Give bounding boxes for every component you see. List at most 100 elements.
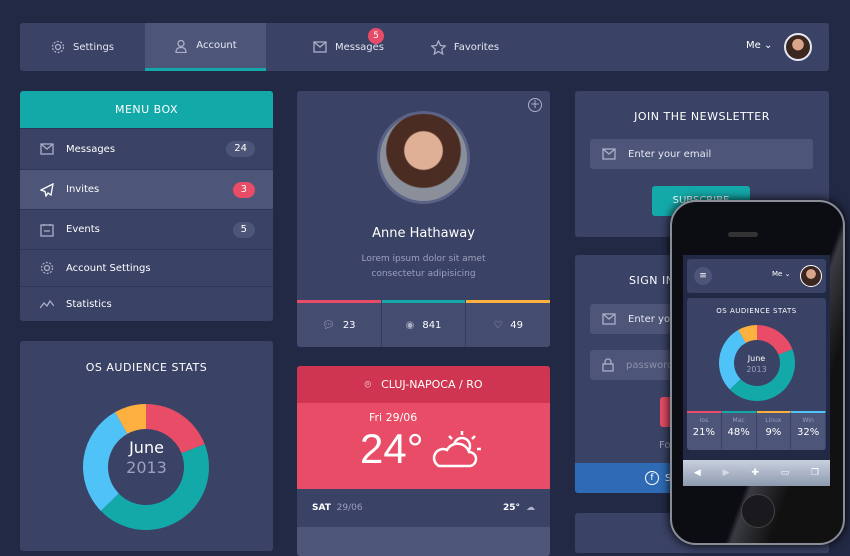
add-icon[interactable]: + <box>528 98 542 112</box>
bookmarks-icon[interactable]: ▭ <box>781 468 790 478</box>
back-icon[interactable]: ◀ <box>694 468 701 478</box>
legend-value: 48% <box>727 427 750 438</box>
add-icon[interactable]: ✚ <box>751 468 759 478</box>
profile-card: + Anne Hathaway Lorem ipsum dolor sit am… <box>297 91 550 347</box>
tab-label: Account <box>196 40 237 51</box>
tab-label: Favorites <box>453 41 500 53</box>
phone-screen: ≡ Me ⌄ OS AUDIENCE STATS June 2013 ios 21… <box>683 255 830 486</box>
weather-location: ⌾ CLUJ-NAPOCA / RO <box>297 366 550 403</box>
forgot-link[interactable]: Fo <box>659 440 671 451</box>
likes-stat[interactable]: ♡ 49 <box>466 303 550 347</box>
comments-stat[interactable]: 💬︎ 23 <box>297 303 382 347</box>
user-icon <box>175 39 187 53</box>
phone-donut-chart <box>719 325 795 401</box>
count-badge: 3 <box>232 181 255 198</box>
envelope-icon <box>602 313 616 325</box>
top-nav: Settings Account Messages 5 Favorites Me… <box>20 23 829 71</box>
profile-name: Anne Hathaway <box>372 226 475 241</box>
envelope-icon <box>40 143 54 155</box>
stats-title: OS AUDIENCE STATS <box>716 307 797 315</box>
phone-header: ≡ Me ⌄ <box>687 259 826 293</box>
avatar[interactable] <box>784 33 812 61</box>
legend-item-linux: Linux 9% <box>756 411 792 450</box>
menu-item-invites[interactable]: Invites 3 <box>20 169 273 209</box>
menu-item-events[interactable]: Events 5 <box>20 209 273 249</box>
weather-card: ⌾ CLUJ-NAPOCA / RO Fri 29/06 24° SAT 29/0… <box>297 366 550 556</box>
phone-stats-legend: ios 21% Mac 48% Linux 9% Win 32% <box>687 411 826 450</box>
tab-favorites[interactable]: Favorites <box>420 23 510 71</box>
partly-cloudy-icon: ☁︎ <box>526 503 535 513</box>
menu-label: Account Settings <box>66 262 151 274</box>
legend-item-mac: Mac 48% <box>721 411 757 450</box>
legend-label: Mac <box>732 417 745 424</box>
os-stats-panel: OS AUDIENCE STATS June 2013 <box>20 341 273 551</box>
phone-stats-panel: OS AUDIENCE STATS June 2013 ios 21% Mac 48%… <box>687 298 826 450</box>
messages-badge: 5 <box>368 28 384 44</box>
newsletter-title: JOIN THE NEWSLETTER <box>634 110 770 123</box>
menu-label: Events <box>66 224 100 235</box>
weather-temp: 24° <box>360 425 424 472</box>
tab-messages[interactable]: Messages <box>286 23 411 71</box>
weather-date: Fri 29/06 <box>369 411 418 424</box>
menu-box: MENU BOX Messages 24 Invites 3 Events 5 Acc… <box>20 91 273 321</box>
profile-bio: Lorem ipsum dolor sit amet consectetur a… <box>361 254 486 279</box>
weather-today: Fri 29/06 24° <box>297 403 550 489</box>
menu-title: MENU BOX <box>20 91 273 128</box>
menu-label: Statistics <box>66 298 112 310</box>
legend-label: ios <box>699 417 709 424</box>
stats-month: June <box>747 354 766 363</box>
phone-mockup: ≡ Me ⌄ OS AUDIENCE STATS June 2013 ios 21… <box>670 200 845 545</box>
stats-title: OS AUDIENCE STATS <box>85 361 208 374</box>
browser-toolbar: ◀ ▶ ✚ ▭ ❐ <box>683 460 830 486</box>
comment-icon: 💬︎ <box>322 319 335 331</box>
stats-year: 2013 <box>746 365 767 374</box>
stats-year: 2013 <box>126 458 167 477</box>
star-icon <box>430 39 446 55</box>
profile-avatar <box>377 111 470 204</box>
menu-label: Messages <box>66 143 116 155</box>
tab-label: Settings <box>72 41 114 53</box>
lock-icon <box>602 358 614 372</box>
home-button[interactable] <box>741 494 775 528</box>
views-stat[interactable]: ◉ 841 <box>382 303 467 347</box>
tab-account[interactable]: Account <box>145 23 266 71</box>
menu-item-statistics[interactable]: Statistics <box>20 286 273 321</box>
menu-item-account-settings[interactable]: Account Settings <box>20 249 273 286</box>
stats-month: June <box>129 438 164 457</box>
newsletter-email-input[interactable]: Enter your email <box>590 139 813 169</box>
legend-value: 9% <box>765 427 782 438</box>
forward-icon[interactable]: ▶ <box>723 468 730 478</box>
gear-icon <box>51 40 65 54</box>
eye-icon: ◉ <box>405 319 415 331</box>
chart-line-icon <box>40 299 54 309</box>
location-pin-icon: ⌾ <box>364 377 372 391</box>
user-menu[interactable]: Me ⌄ <box>746 40 772 51</box>
heart-icon: ♡ <box>493 319 503 331</box>
legend-item-win: Win 32% <box>791 411 826 450</box>
avatar[interactable] <box>800 265 822 287</box>
legend-label: Win <box>802 417 814 424</box>
menu-item-messages[interactable]: Messages 24 <box>20 128 273 169</box>
tabs-icon[interactable]: ❐ <box>811 468 819 478</box>
paper-plane-icon <box>40 182 54 197</box>
envelope-icon <box>313 41 327 53</box>
legend-value: 32% <box>797 427 820 438</box>
forecast-row: SAT 29/06 25° ☁︎ <box>312 503 535 513</box>
legend-item-ios: ios 21% <box>687 411 722 450</box>
hamburger-menu-icon[interactable]: ≡ <box>694 267 712 285</box>
menu-label: Invites <box>66 184 100 195</box>
phone-user-menu[interactable]: Me ⌄ <box>772 270 790 278</box>
profile-stats: 💬︎ 23 ◉ 841 ♡ 49 <box>297 303 550 347</box>
tab-settings[interactable]: Settings <box>20 23 145 71</box>
donut-slice-ios <box>757 325 793 355</box>
legend-label: Linux <box>765 417 782 424</box>
count-badge: 5 <box>232 221 255 238</box>
partly-cloudy-icon <box>432 431 481 468</box>
facebook-icon: f <box>645 471 659 485</box>
phone-speaker <box>728 232 758 237</box>
legend-value: 21% <box>692 427 715 438</box>
envelope-icon <box>602 148 616 160</box>
count-badge: 24 <box>226 141 255 157</box>
calendar-icon <box>40 223 54 237</box>
gear-icon <box>40 261 54 275</box>
